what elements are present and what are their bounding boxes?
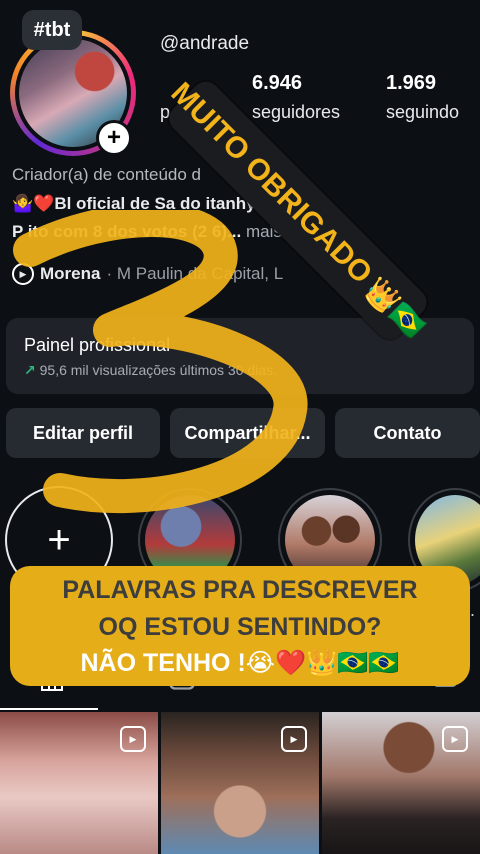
- username: @andrade: [160, 33, 250, 54]
- grid-post[interactable]: ▶: [161, 712, 319, 854]
- add-story-button[interactable]: +: [96, 120, 132, 156]
- tbt-badge: #tbt: [22, 10, 82, 50]
- reel-icon: ▶: [281, 726, 307, 752]
- caption-line: NÃO TENHO !😭❤️👑🇧🇷🇧🇷: [80, 649, 400, 677]
- contact-button[interactable]: Contato: [335, 408, 480, 458]
- active-tab-indicator: [0, 708, 98, 710]
- following-label[interactable]: seguindo: [386, 102, 459, 123]
- grid-post[interactable]: ▶: [0, 712, 158, 854]
- audio-name: Morena: [40, 264, 101, 283]
- panel-views-text: 95,6 mil visualizações últimos 30 dias.: [39, 362, 277, 378]
- panel-subtitle: ↗ 95,6 mil visualizações últimos 30 dias…: [24, 362, 277, 379]
- share-profile-button[interactable]: Compartilhar...: [170, 408, 325, 458]
- trend-up-icon: ↗: [24, 362, 36, 378]
- bio-line: 🤷‍♀️❤️Bl oficial de Sa do itanhy: [12, 194, 256, 213]
- play-icon: ▶: [12, 263, 34, 285]
- caption-line: PALAVRAS PRA DESCREVER: [62, 576, 418, 604]
- caption-line: OQ ESTOU SENTINDO?: [98, 613, 382, 641]
- bio-text: P ito com 8 dos votos (2 6)...: [12, 222, 242, 241]
- edit-profile-button[interactable]: Editar perfil: [6, 408, 160, 458]
- grid-post[interactable]: ▶: [322, 712, 480, 854]
- reel-icon: ▶: [442, 726, 468, 752]
- bio-category: Criador(a) de conteúdo d: [12, 165, 202, 184]
- audio-details: · M Paulin da Capital, L: [106, 264, 284, 283]
- bio-audio-link[interactable]: ▶ Morena · M Paulin da Capital, L: [12, 263, 283, 285]
- bio-line: P ito com 8 dos votos (2 6)... mais: [12, 222, 282, 242]
- panel-title: Painel profissional: [24, 335, 171, 355]
- followers-label[interactable]: seguidores: [252, 102, 340, 123]
- reel-icon: ▶: [120, 726, 146, 752]
- following-count[interactable]: 1.969: [386, 72, 436, 95]
- followers-count[interactable]: 6.946: [252, 72, 302, 95]
